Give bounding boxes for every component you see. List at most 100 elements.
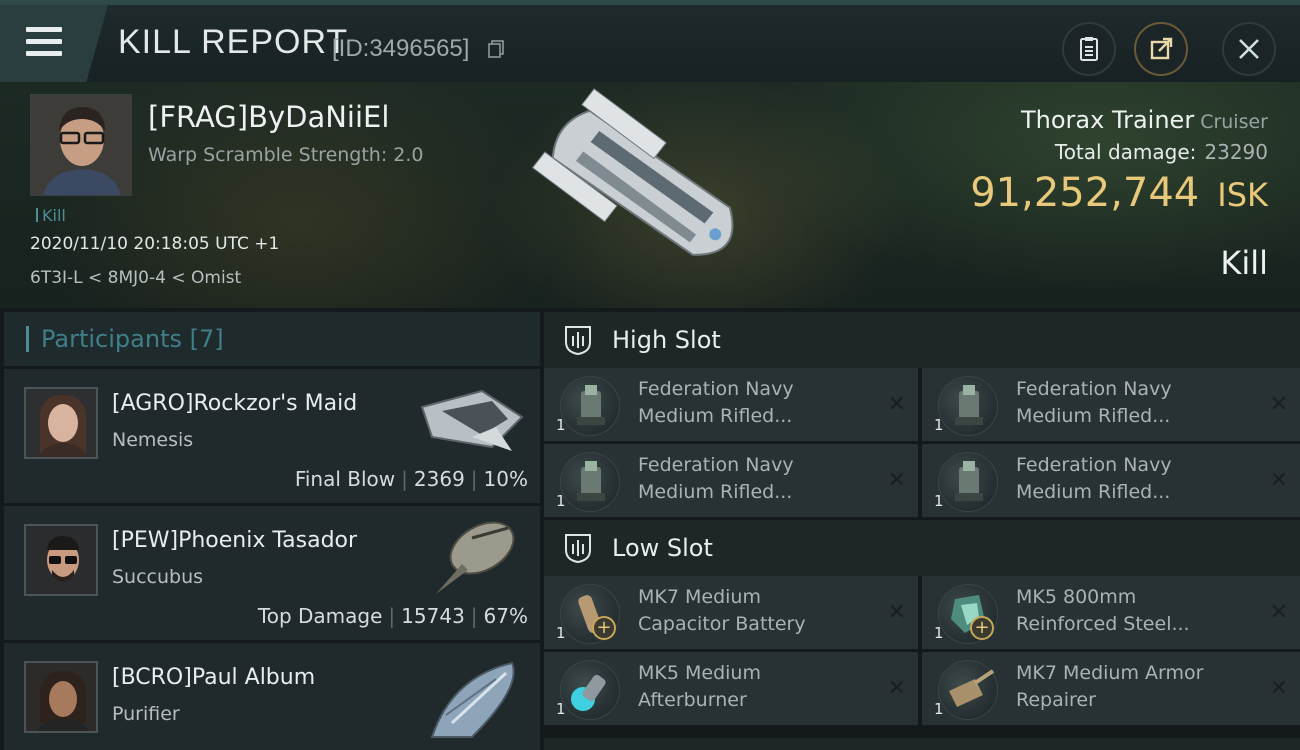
high-slot-header: High Slot [544, 312, 1300, 368]
victim-ship-name[interactable]: Thorax Trainer Cruiser [1021, 106, 1268, 134]
participant-ship-image [430, 661, 515, 738]
participant-name[interactable]: [PEW]Phoenix Tasador [112, 528, 357, 553]
kill-tag: Kill [36, 206, 66, 225]
module-item[interactable]: 1 MK5 Medium Afterburner ✕ [544, 652, 918, 725]
module-name: MK5 800mm Reinforced Steel... [1016, 586, 1190, 635]
module-name: MK7 Medium Armor Repairer [1016, 662, 1204, 711]
participant-name[interactable]: [BCRO]Paul Album [112, 665, 315, 690]
participant-row[interactable]: [BCRO]Paul Album Purifier [4, 643, 540, 750]
fitting-panel: High Slot 1 Federation Navy Medium Rifled… [544, 312, 1300, 750]
kill-result-label: Kill [1220, 244, 1268, 282]
participant-avatar[interactable] [24, 661, 98, 733]
victim-panel: [FRAG]ByDaNiiEl Warp Scramble Strength: … [0, 82, 1300, 308]
x-icon: ✕ [1269, 600, 1288, 625]
isk-unit: ISK [1217, 176, 1268, 214]
slot-shield-icon [565, 326, 591, 356]
menu-button[interactable] [0, 5, 108, 82]
participant-row[interactable]: [AGRO]Rockzor's Maid Nemesis Final Blow |… [4, 369, 540, 503]
participant-ship: Purifier [112, 703, 180, 725]
module-item[interactable]: + 1 MK7 Medium Capacitor Battery ✕ [544, 576, 918, 649]
kill-timestamp: 2020/11/10 20:18:05 UTC +1 [30, 234, 280, 254]
x-icon: ✕ [887, 392, 906, 417]
participants-panel: Participants [7] [AGRO]Rockzor's Maid Ne… [4, 312, 540, 750]
module-item[interactable]: 1 Federation Navy Medium Rifled... ✕ [544, 368, 918, 441]
participant-ship-image [436, 521, 515, 594]
railgun-icon [560, 452, 620, 512]
participant-role: Top Damage [257, 604, 383, 628]
x-icon: ✕ [1269, 392, 1288, 417]
module-quantity: 1 [934, 416, 944, 434]
copy-icon[interactable] [488, 40, 504, 58]
top-bar: KILL REPORT [ID:3496565] [0, 0, 1300, 82]
railgun-icon [560, 376, 620, 436]
participant-stats: Top Damage | 15743 | 67% [257, 604, 528, 628]
plus-icon: + [970, 616, 994, 640]
hamburger-menu-icon [26, 27, 62, 63]
high-slot-label: High Slot [612, 326, 721, 354]
participants-title: Participants [7] [41, 325, 224, 353]
module-name: MK7 Medium Capacitor Battery [638, 586, 806, 635]
isk-value: 91,252,744 ISK [970, 170, 1268, 216]
share-icon [1150, 37, 1173, 60]
participant-row[interactable]: [PEW]Phoenix Tasador Succubus Top Damage… [4, 506, 540, 640]
total-damage: Total damage: 23290 [1054, 140, 1268, 164]
participant-damage: 15743 [401, 604, 465, 628]
close-button[interactable] [1222, 22, 1276, 76]
x-icon: ✕ [887, 468, 906, 493]
participant-percent: 10% [483, 467, 528, 491]
next-slot-header-partial [544, 738, 1300, 750]
module-quantity: 1 [934, 700, 944, 718]
participants-header[interactable]: Participants [7] [4, 312, 540, 366]
isk-amount: 91,252,744 [970, 170, 1200, 216]
module-name: Federation Navy Medium Rifled... [638, 378, 794, 427]
x-icon: ✕ [1269, 468, 1288, 493]
victim-pilot-name[interactable]: [FRAG]ByDaNiiEl [148, 100, 389, 134]
low-slot-header: Low Slot [544, 520, 1300, 576]
x-icon: ✕ [1269, 676, 1288, 701]
x-icon: ✕ [887, 676, 906, 701]
module-quantity: 1 [556, 492, 566, 510]
participant-percent: 67% [483, 604, 528, 628]
module-name: Federation Navy Medium Rifled... [1016, 454, 1172, 503]
module-quantity: 1 [934, 624, 944, 642]
page-title: KILL REPORT [118, 23, 349, 61]
participant-name[interactable]: [AGRO]Rockzor's Maid [112, 391, 357, 416]
x-icon: ✕ [887, 600, 906, 625]
module-item[interactable]: + 1 MK5 800mm Reinforced Steel... ✕ [922, 576, 1300, 649]
module-item[interactable]: 1 Federation Navy Medium Rifled... ✕ [544, 444, 918, 517]
warp-scramble-strength: Warp Scramble Strength: 2.0 [148, 144, 424, 166]
railgun-icon [938, 452, 998, 512]
victim-ship-class: Cruiser [1200, 111, 1268, 133]
participant-ship: Nemesis [112, 429, 194, 451]
total-damage-value: 23290 [1204, 140, 1268, 164]
module-item[interactable]: 1 Federation Navy Medium Rifled... ✕ [922, 368, 1300, 441]
module-name: MK5 Medium Afterburner [638, 662, 761, 711]
clipboard-button[interactable] [1062, 22, 1116, 76]
module-quantity: 1 [556, 416, 566, 434]
armor-repairer-icon [938, 660, 998, 720]
plus-icon: + [592, 616, 616, 640]
participant-role: Final Blow [294, 467, 396, 491]
participant-avatar[interactable] [24, 387, 98, 459]
victim-avatar[interactable] [30, 94, 132, 196]
module-name: Federation Navy Medium Rifled... [638, 454, 794, 503]
module-quantity: 1 [556, 624, 566, 642]
module-name: Federation Navy Medium Rifled... [1016, 378, 1172, 427]
module-item[interactable]: 1 MK7 Medium Armor Repairer ✕ [922, 652, 1300, 725]
share-button[interactable] [1134, 22, 1188, 76]
participant-ship-image [420, 389, 524, 451]
participant-avatar[interactable] [24, 524, 98, 596]
participant-damage: 2369 [413, 467, 465, 491]
close-icon [1239, 39, 1259, 59]
participant-ship: Succubus [112, 566, 204, 588]
kill-location[interactable]: 6T3I-L < 8MJ0-4 < Omist [30, 268, 241, 288]
afterburner-icon [560, 660, 620, 720]
railgun-icon [938, 376, 998, 436]
clipboard-icon [1080, 37, 1098, 61]
victim-ship-image [531, 88, 734, 256]
slot-shield-icon [565, 534, 591, 564]
module-item[interactable]: 1 Federation Navy Medium Rifled... ✕ [922, 444, 1300, 517]
participant-stats: Final Blow | 2369 | 10% [294, 467, 528, 491]
report-id: [ID:3496565] [332, 35, 470, 62]
module-quantity: 1 [934, 492, 944, 510]
